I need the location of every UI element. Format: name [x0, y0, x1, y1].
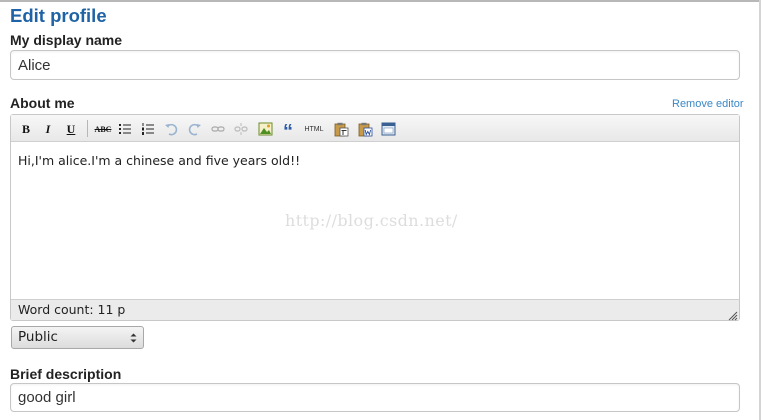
undo-icon[interactable] — [162, 120, 180, 138]
fullscreen-icon[interactable] — [379, 120, 397, 138]
numbered-list-icon[interactable] — [139, 120, 157, 138]
page-title: Edit profile — [10, 5, 107, 26]
html-source-icon[interactable]: HTML — [302, 120, 326, 138]
visibility-selected-value: Public — [18, 329, 58, 345]
underline-icon[interactable]: U — [62, 120, 80, 138]
editor-toolbar: B I U ABC “ HTML — [11, 115, 739, 142]
display-name-input[interactable] — [10, 50, 740, 80]
top-border — [0, 0, 761, 2]
blockquote-icon[interactable]: “ — [279, 120, 297, 142]
about-me-label: About me — [10, 95, 75, 111]
bold-icon[interactable]: B — [17, 120, 35, 138]
spellcheck-icon[interactable]: ABC — [92, 120, 114, 138]
select-arrows-icon — [130, 331, 137, 345]
italic-icon[interactable]: I — [39, 120, 57, 138]
link-icon[interactable] — [209, 120, 227, 138]
display-name-label: My display name — [10, 32, 123, 48]
image-icon[interactable] — [256, 120, 274, 138]
brief-description-input[interactable] — [10, 383, 740, 412]
resize-handle-icon[interactable] — [727, 308, 738, 321]
visibility-select[interactable]: Public — [11, 326, 144, 349]
bullet-list-icon[interactable] — [116, 120, 134, 138]
word-count: Word count: 11 p — [11, 299, 739, 320]
remove-editor-link[interactable]: Remove editor — [672, 98, 744, 110]
toolbar-separator — [87, 120, 88, 137]
watermark-text: http://blog.csdn.net/ — [285, 211, 458, 230]
paste-text-icon[interactable] — [332, 120, 350, 138]
paste-word-icon[interactable] — [356, 120, 374, 138]
brief-description-label: Brief description — [10, 366, 122, 382]
unlink-icon[interactable] — [232, 120, 250, 138]
redo-icon[interactable] — [186, 120, 204, 138]
